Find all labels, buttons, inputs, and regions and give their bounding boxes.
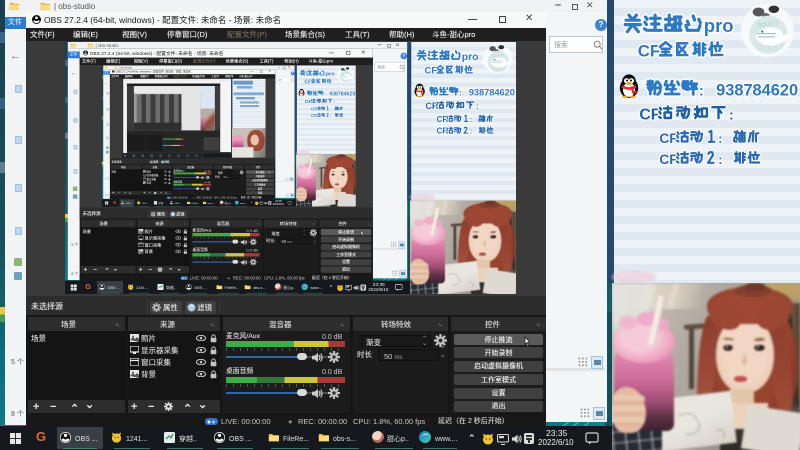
svg-text::: : (476, 102, 479, 111)
svg-text:9?005: 9?005 (342, 80, 349, 82)
svg-text:938784620: 938784620 (716, 82, 798, 100)
svg-text::: : (333, 99, 335, 104)
svg-text:pro: pro (704, 15, 734, 36)
svg-text:CF: CF (437, 127, 448, 136)
svg-text:CF: CF (305, 99, 312, 104)
svg-text::: : (470, 117, 472, 124)
svg-text:CF: CF (437, 115, 448, 124)
svg-text::: : (459, 89, 462, 98)
svg-text:CF: CF (425, 66, 438, 76)
svg-text:9?005: 9?005 (492, 66, 504, 71)
svg-text:pro: pro (325, 72, 335, 77)
svg-text::: : (330, 113, 331, 118)
svg-text:pro: pro (462, 52, 479, 62)
svg-text::: : (470, 129, 472, 136)
svg-text::: : (699, 84, 704, 100)
svg-text:CF: CF (638, 42, 660, 60)
svg-text:938784620: 938784620 (469, 88, 515, 98)
svg-text:CF: CF (639, 106, 660, 123)
svg-text::: : (330, 106, 331, 111)
svg-text::: : (718, 153, 722, 167)
svg-text::: : (718, 132, 722, 146)
svg-text::: : (729, 106, 734, 122)
svg-text:9?005: 9?005 (757, 44, 778, 53)
svg-text::: : (324, 92, 326, 97)
svg-text:938784620: 938784620 (329, 92, 355, 97)
